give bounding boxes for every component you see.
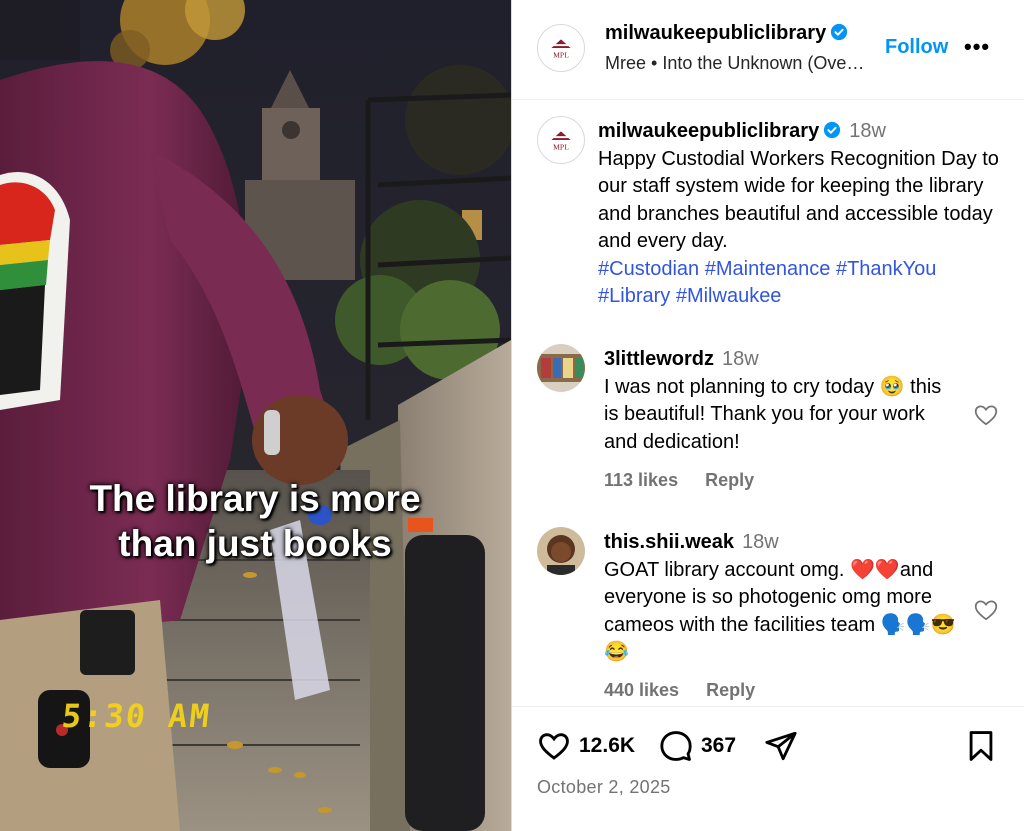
commenter-avatar[interactable] (537, 344, 585, 392)
comment-action[interactable]: 367 (659, 729, 736, 763)
likes-count[interactable]: 12.6K (579, 734, 635, 758)
hashtag-link[interactable]: #Library (598, 285, 670, 307)
verified-badge-icon (831, 23, 848, 41)
comment-likes[interactable]: 440 likes (604, 680, 679, 700)
follow-button[interactable]: Follow (885, 36, 948, 59)
share-paper-plane-icon[interactable] (764, 729, 798, 763)
hashtag-link[interactable]: #Maintenance (705, 258, 831, 280)
avatar-image (537, 344, 585, 392)
post-date[interactable]: October 2, 2025 (537, 777, 671, 798)
hashtag-link[interactable]: #ThankYou (836, 258, 936, 280)
post-media-video[interactable]: The library is more than just books 5:30… (0, 0, 511, 831)
avatar[interactable]: MPL (537, 24, 585, 72)
caption-avatar[interactable]: MPL (537, 116, 585, 164)
heart-icon[interactable] (537, 729, 571, 763)
video-caption-line-2: than just books (118, 523, 392, 564)
like-comment-heart-icon[interactable] (973, 402, 999, 428)
save-action[interactable] (964, 729, 998, 763)
comment-bubble-icon[interactable] (659, 729, 693, 763)
video-caption-line-1: The library is more (89, 478, 421, 519)
avatar-image (537, 527, 585, 575)
video-timestamp: 5:30 AM (60, 697, 213, 735)
caption-username[interactable]: milwaukeepubliclibrary (598, 120, 819, 142)
svg-text:MPL: MPL (553, 51, 569, 60)
hashtag-link[interactable]: #Custodian (598, 258, 699, 280)
comment-body: this.shii.weak 18w GOAT library account o… (604, 529, 959, 667)
caption-body: Happy Custodial Workers Recognition Day … (598, 147, 999, 253)
comment-body: 3littlewordz 18w I was not planning to cr… (604, 346, 959, 456)
reply-button[interactable]: Reply (705, 470, 754, 490)
comment-text: GOAT library account omg. ❤️❤️and everyo… (604, 558, 956, 664)
hashtag-link[interactable]: #Milwaukee (676, 285, 782, 307)
header-username[interactable]: milwaukeepubliclibrary (605, 22, 848, 45)
svg-text:MPL: MPL (553, 143, 569, 152)
comment-time[interactable]: 18w (742, 531, 779, 553)
like-action[interactable]: 12.6K (537, 729, 635, 763)
commenter-username[interactable]: this.shii.weak (604, 531, 734, 553)
post-header: MPL milwaukeepubliclibrary Mree • Into t… (512, 0, 1024, 100)
verified-badge-icon (824, 121, 841, 139)
caption-time[interactable]: 18w (849, 120, 886, 142)
more-options-button[interactable]: ••• (964, 34, 990, 60)
mpl-logo-icon: MPL (551, 39, 571, 60)
comment-time[interactable]: 18w (722, 348, 759, 370)
mpl-logo-icon: MPL (551, 131, 571, 152)
comments-count[interactable]: 367 (701, 734, 736, 758)
commenter-username[interactable]: 3littlewordz (604, 348, 714, 370)
post-details-panel: MPL milwaukeepubliclibrary Mree • Into t… (511, 0, 1024, 831)
comment-meta: 113 likes Reply (604, 470, 776, 491)
audio-subline[interactable]: Mree • Into the Unknown (Ove… (605, 53, 864, 74)
commenter-avatar[interactable] (537, 527, 585, 575)
caption-text: milwaukeepubliclibrary 18w Happy Custodia… (598, 118, 1003, 311)
caption-hashtags: #Custodian #Maintenance #ThankYou #Libra… (598, 256, 1003, 311)
reply-button[interactable]: Reply (706, 680, 755, 700)
video-caption: The library is more than just books (60, 476, 450, 566)
comment-likes[interactable]: 113 likes (604, 470, 678, 490)
bookmark-icon[interactable] (964, 729, 998, 763)
like-comment-heart-icon[interactable] (973, 597, 999, 623)
post-actions-bar: 12.6K 367 October 2, 2025 (512, 706, 1024, 831)
comment-text: I was not planning to cry today 🥹 this i… (604, 375, 942, 453)
comment-meta: 440 likes Reply (604, 680, 777, 701)
share-action[interactable] (764, 729, 798, 763)
header-username-text[interactable]: milwaukeepubliclibrary (605, 22, 826, 44)
